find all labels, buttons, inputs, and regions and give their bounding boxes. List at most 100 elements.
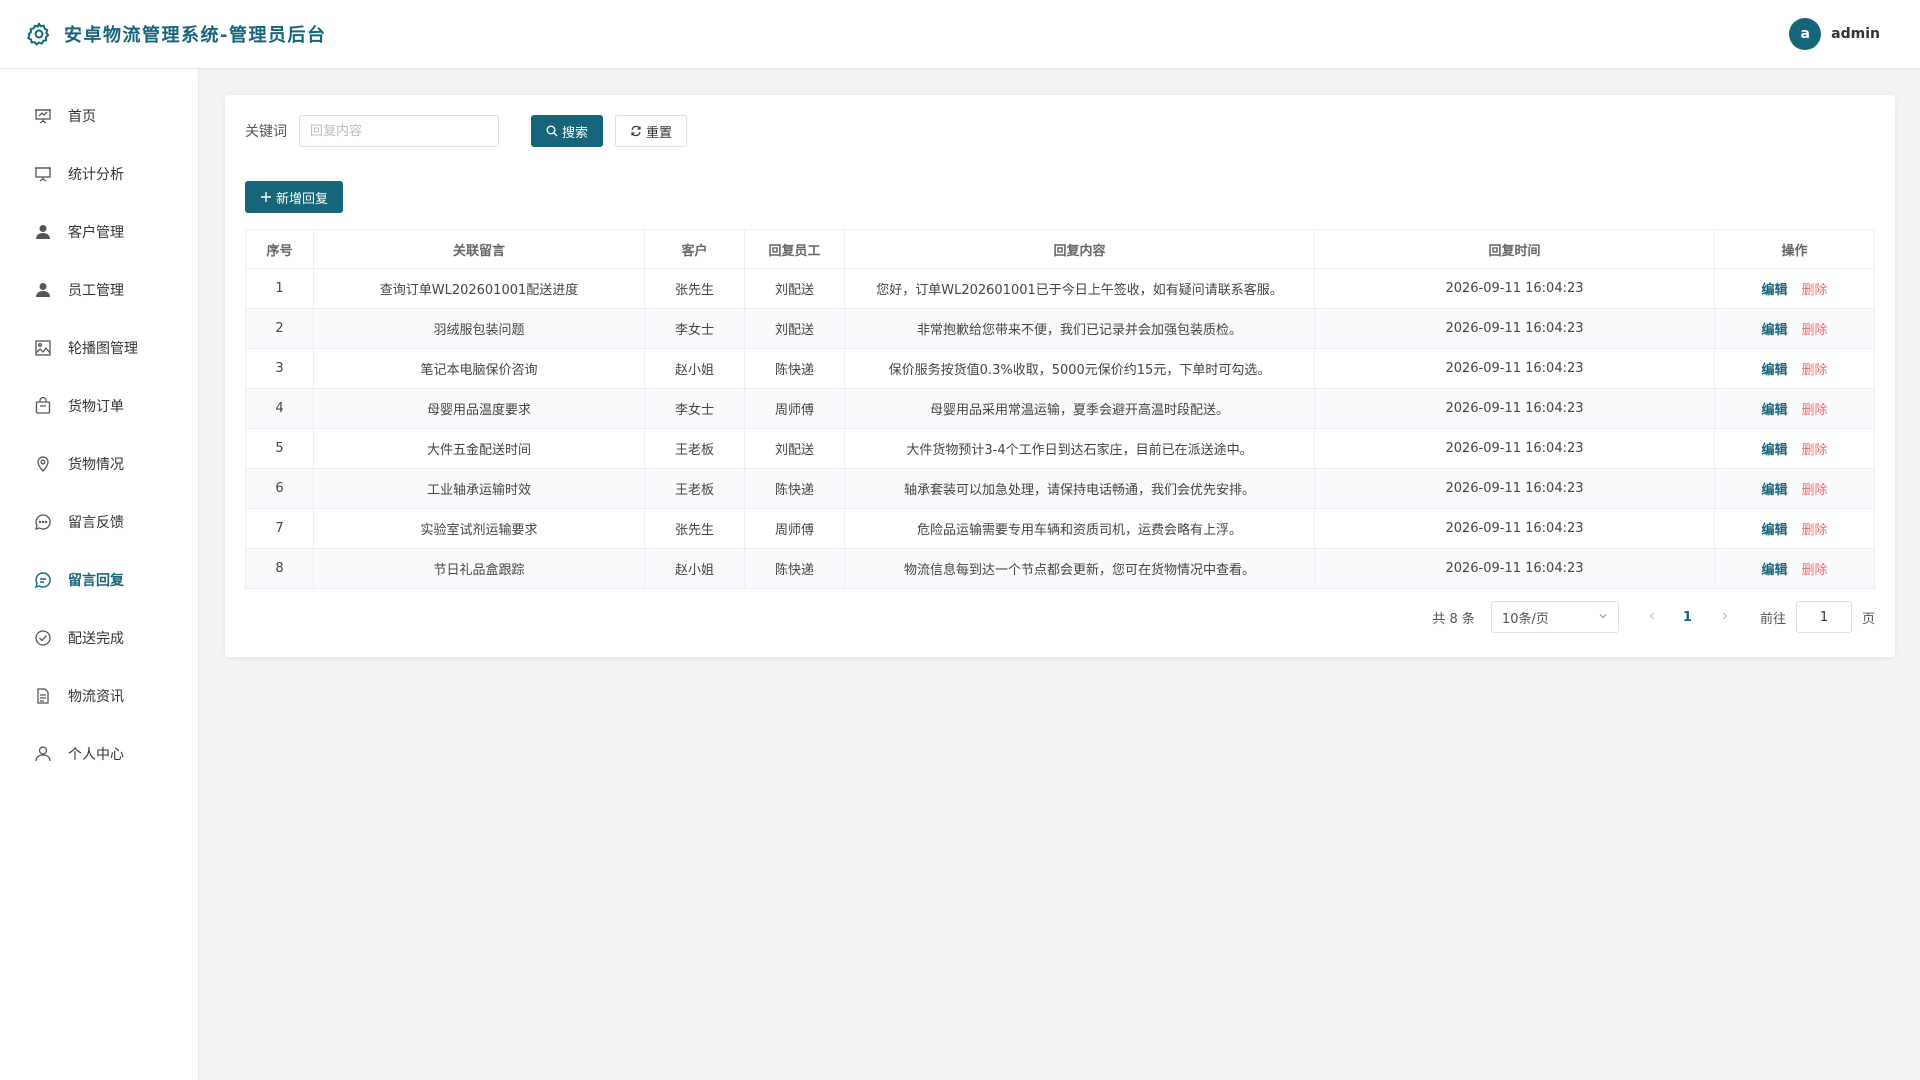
add-reply-button[interactable]: 新增回复: [245, 181, 344, 213]
sidebar-item-replies[interactable]: 留言回复: [0, 551, 198, 609]
cell-index: 6: [245, 468, 314, 509]
sidebar-item-profile[interactable]: 个人中心: [0, 725, 198, 783]
col-header-customer: 客户: [644, 229, 745, 269]
col-header-message: 关联留言: [313, 229, 645, 269]
sidebar-item-label: 员工管理: [68, 283, 124, 299]
goto-page-input[interactable]: [1795, 601, 1852, 633]
edit-link[interactable]: 编辑: [1761, 403, 1787, 418]
sidebar-item-label: 统计分析: [68, 167, 124, 183]
table-row: 8 节日礼品盒跟踪 赵小姐 陈快递 物流信息每到达一个节点都会更新，您可在货物情…: [245, 548, 1875, 589]
cell-actions: 编辑 删除: [1714, 508, 1875, 549]
search-button-label: 搜索: [562, 125, 589, 141]
cell-actions: 编辑 删除: [1714, 388, 1875, 429]
edit-link[interactable]: 编辑: [1761, 323, 1787, 338]
cell-actions: 编辑 删除: [1714, 268, 1875, 309]
search-button[interactable]: 搜索: [531, 115, 604, 147]
cell-time: 2026-09-11 16:04:23: [1314, 548, 1715, 589]
replies-table: 序号 关联留言 客户 回复员工 回复内容 回复时间 操作 1 查询订单WL202…: [245, 229, 1875, 589]
table-header-row: 序号 关联留言 客户 回复员工 回复内容 回复时间 操作: [245, 229, 1875, 269]
reset-button[interactable]: 重置: [615, 115, 688, 147]
sidebar-item-label: 货物订单: [68, 399, 124, 415]
delete-link[interactable]: 删除: [1802, 523, 1828, 538]
search-bar: 关键词 搜索 重置: [245, 115, 688, 147]
page-size-select[interactable]: 10条/页: [1490, 601, 1619, 633]
cell-customer: 李女士: [644, 388, 745, 429]
cell-actions: 编辑 删除: [1714, 468, 1875, 509]
cell-time: 2026-09-11 16:04:23: [1314, 428, 1715, 469]
cell-content: 非常抱歉给您带来不便，我们已记录并会加强包装质检。: [844, 308, 1315, 349]
cell-customer: 王老板: [644, 468, 745, 509]
cell-customer: 张先生: [644, 508, 745, 549]
username[interactable]: admin: [1831, 26, 1880, 42]
cell-content: 危险品运输需要专用车辆和资质司机，运费会略有上浮。: [844, 508, 1315, 549]
sidebar-item-customers[interactable]: 客户管理: [0, 203, 198, 261]
delete-link[interactable]: 删除: [1802, 323, 1828, 338]
table-row: 2 羽绒服包装问题 李女士 刘配送 非常抱歉给您带来不便，我们已记录并会加强包装…: [245, 308, 1875, 349]
cell-staff: 周师傅: [744, 388, 845, 429]
user-icon: [34, 223, 52, 241]
cell-time: 2026-09-11 16:04:23: [1314, 268, 1715, 309]
refresh-icon: [630, 125, 642, 137]
sidebar-item-cargo-status[interactable]: 货物情况: [0, 435, 198, 493]
cell-staff: 陈快递: [744, 468, 845, 509]
cell-actions: 编辑 删除: [1714, 348, 1875, 389]
gear-icon: [26, 21, 52, 47]
chat-reply-icon: [34, 571, 52, 589]
sidebar-item-carousel[interactable]: 轮播图管理: [0, 319, 198, 377]
cell-message: 节日礼品盒跟踪: [313, 548, 645, 589]
edit-link[interactable]: 编辑: [1761, 563, 1787, 578]
add-reply-label: 新增回复: [276, 191, 329, 207]
search-input[interactable]: [299, 115, 499, 147]
table-row: 6 工业轴承运输时效 王老板 陈快递 轴承套装可以加急处理，请保持电话畅通，我们…: [245, 468, 1875, 509]
cell-actions: 编辑 删除: [1714, 308, 1875, 349]
sidebar-item-news[interactable]: 物流资讯: [0, 667, 198, 725]
table-row: 3 笔记本电脑保价咨询 赵小姐 陈快递 保价服务按货值0.3%收取，5000元保…: [245, 348, 1875, 389]
edit-link[interactable]: 编辑: [1761, 483, 1787, 498]
next-page-button[interactable]: [1720, 609, 1730, 625]
top-header: 安卓物流管理系统-管理员后台 a admin: [0, 0, 1920, 69]
cell-index: 4: [245, 388, 314, 429]
sidebar-item-label: 客户管理: [68, 225, 124, 241]
cell-message: 羽绒服包装问题: [313, 308, 645, 349]
delete-link[interactable]: 删除: [1802, 443, 1828, 458]
sidebar-item-feedback[interactable]: 留言反馈: [0, 493, 198, 551]
search-label: 关键词: [245, 124, 287, 140]
document-icon: [34, 687, 52, 705]
sidebar-item-delivered[interactable]: 配送完成: [0, 609, 198, 667]
cell-index: 3: [245, 348, 314, 389]
cell-content: 您好，订单WL202601001已于今日上午签收，如有疑问请联系客服。: [844, 268, 1315, 309]
edit-link[interactable]: 编辑: [1761, 283, 1787, 298]
sidebar-item-orders[interactable]: 货物订单: [0, 377, 198, 435]
table-row: 4 母婴用品温度要求 李女士 周师傅 母婴用品采用常温运输，夏季会避开高温时段配…: [245, 388, 1875, 429]
check-circle-icon: [34, 629, 52, 647]
sidebar-item-home[interactable]: 首页: [0, 87, 198, 145]
cell-staff: 刘配送: [744, 308, 845, 349]
cell-time: 2026-09-11 16:04:23: [1314, 308, 1715, 349]
sidebar-item-label: 轮播图管理: [68, 341, 138, 357]
delete-link[interactable]: 删除: [1802, 563, 1828, 578]
sidebar-item-label: 首页: [68, 109, 96, 125]
user-outline-icon: [34, 745, 52, 763]
avatar[interactable]: a: [1789, 18, 1822, 50]
chat-dots-icon: [34, 513, 52, 531]
total-count: 共 8 条: [1432, 611, 1475, 627]
chevron-down-icon: [1598, 610, 1608, 625]
edit-link[interactable]: 编辑: [1761, 443, 1787, 458]
sidebar-item-staff[interactable]: 员工管理: [0, 261, 198, 319]
col-header-time: 回复时间: [1314, 229, 1715, 269]
page-number-current[interactable]: 1: [1683, 610, 1692, 625]
cell-message: 母婴用品温度要求: [313, 388, 645, 429]
delete-link[interactable]: 删除: [1802, 363, 1828, 378]
delete-link[interactable]: 删除: [1802, 483, 1828, 498]
cell-index: 2: [245, 308, 314, 349]
user-menu[interactable]: a admin: [1789, 18, 1880, 50]
cell-staff: 陈快递: [744, 548, 845, 589]
delete-link[interactable]: 删除: [1802, 403, 1828, 418]
edit-link[interactable]: 编辑: [1761, 523, 1787, 538]
cell-message: 工业轴承运输时效: [313, 468, 645, 509]
prev-page-button[interactable]: [1647, 609, 1657, 625]
cell-time: 2026-09-11 16:04:23: [1314, 468, 1715, 509]
sidebar-item-statistics[interactable]: 统计分析: [0, 145, 198, 203]
delete-link[interactable]: 删除: [1802, 283, 1828, 298]
edit-link[interactable]: 编辑: [1761, 363, 1787, 378]
